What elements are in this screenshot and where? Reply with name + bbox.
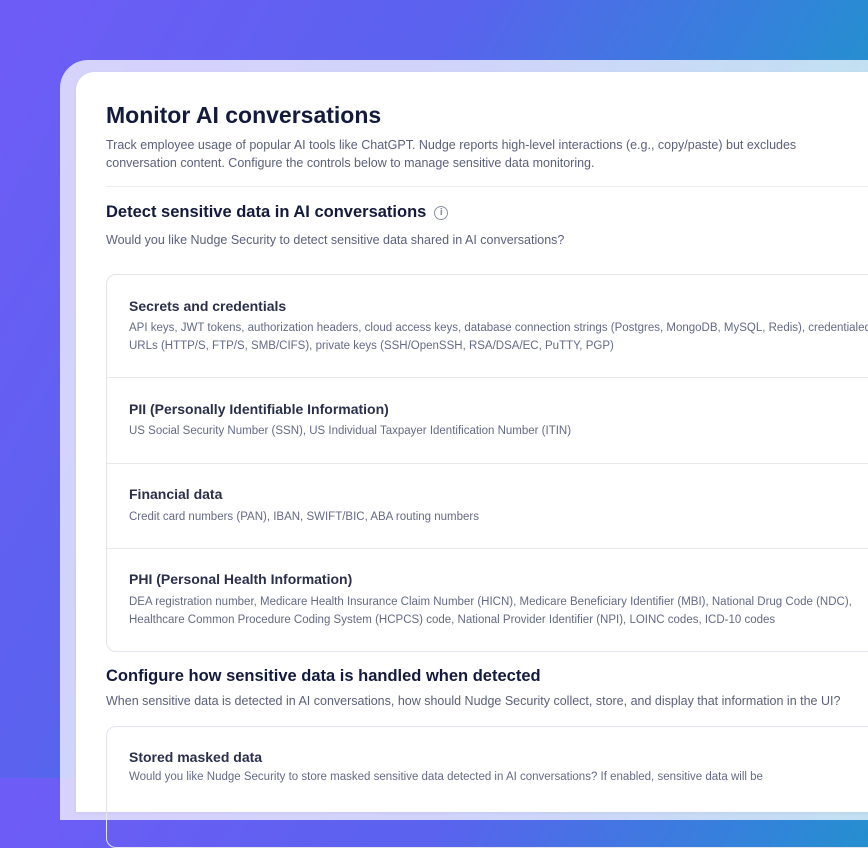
- list-item-pii[interactable]: PII (Personally Identifiable Information…: [107, 378, 868, 464]
- list-item-description: Credit card numbers (PAN), IBAN, SWIFT/B…: [129, 511, 480, 523]
- list-item-description: DEA registration number, Medicare Health…: [129, 596, 852, 626]
- list-item-financial[interactable]: Financial data Credit card numbers (PAN)…: [107, 464, 868, 549]
- detect-section-subtitle: Would you like Nudge Security to detect …: [106, 233, 565, 247]
- info-icon[interactable]: i: [434, 205, 449, 220]
- list-item-phi[interactable]: PHI (Personal Health Information) DEA re…: [107, 549, 868, 651]
- list-item-stored-masked[interactable]: Stored masked data Would you like Nudge …: [107, 727, 868, 847]
- list-item-title: Stored masked data: [129, 749, 263, 765]
- sensitive-data-card: Secrets and credentials API keys, JWT to…: [106, 274, 868, 652]
- list-item-title: PHI (Personal Health Information): [129, 571, 353, 587]
- list-item-description: Would you like Nudge Security to store m…: [129, 771, 763, 783]
- list-item-title: Secrets and credentials: [129, 298, 287, 314]
- list-item-description: US Social Security Number (SSN), US Indi…: [129, 425, 572, 437]
- page-title: Monitor AI conversations: [106, 102, 382, 128]
- page-description: Track employee usage of popular AI tools…: [106, 138, 797, 170]
- section-divider: [106, 186, 868, 187]
- detect-section-title: Detect sensitive data in AI conversation…: [106, 203, 449, 222]
- configure-section-title: Configure how sensitive data is handled …: [106, 667, 541, 685]
- list-item-title: Financial data: [129, 486, 223, 502]
- list-item-description: API keys, JWT tokens, authorization head…: [129, 322, 868, 352]
- handling-card: Stored masked data Would you like Nudge …: [106, 726, 868, 848]
- list-item-title: PII (Personally Identifiable Information…: [129, 401, 389, 417]
- configure-section-subtitle: When sensitive data is detected in AI co…: [106, 694, 841, 708]
- settings-panel: Monitor AI conversations Track employee …: [76, 72, 868, 848]
- list-item-secrets[interactable]: Secrets and credentials API keys, JWT to…: [107, 275, 868, 378]
- detect-section-title-text: Detect sensitive data in AI conversation…: [106, 203, 427, 221]
